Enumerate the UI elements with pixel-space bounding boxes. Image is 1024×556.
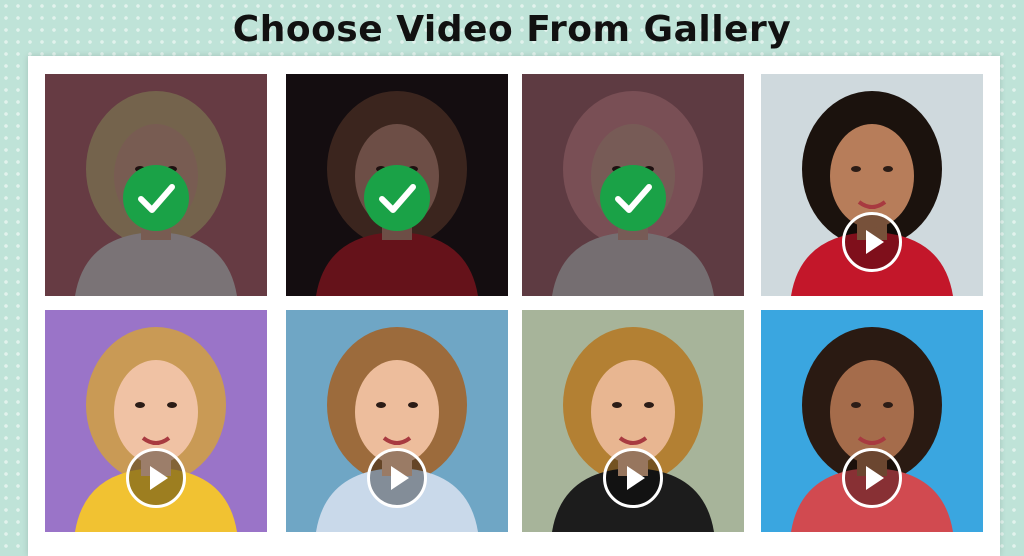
play-icon[interactable] — [842, 212, 902, 272]
video-thumbnail[interactable] — [522, 74, 744, 296]
page-title: Choose Video From Gallery — [232, 9, 792, 50]
check-icon — [364, 165, 430, 231]
play-icon[interactable] — [126, 448, 186, 508]
play-icon[interactable] — [367, 448, 427, 508]
video-thumbnail[interactable] — [761, 310, 983, 532]
video-thumbnail[interactable] — [522, 310, 744, 532]
play-icon[interactable] — [842, 448, 902, 508]
check-icon — [123, 165, 189, 231]
video-thumbnail[interactable] — [45, 310, 267, 532]
video-thumbnail[interactable] — [45, 74, 267, 296]
video-thumbnail[interactable] — [761, 74, 983, 296]
check-icon — [600, 165, 666, 231]
play-icon[interactable] — [603, 448, 663, 508]
video-thumbnail[interactable] — [286, 74, 508, 296]
video-thumbnail[interactable] — [286, 310, 508, 532]
